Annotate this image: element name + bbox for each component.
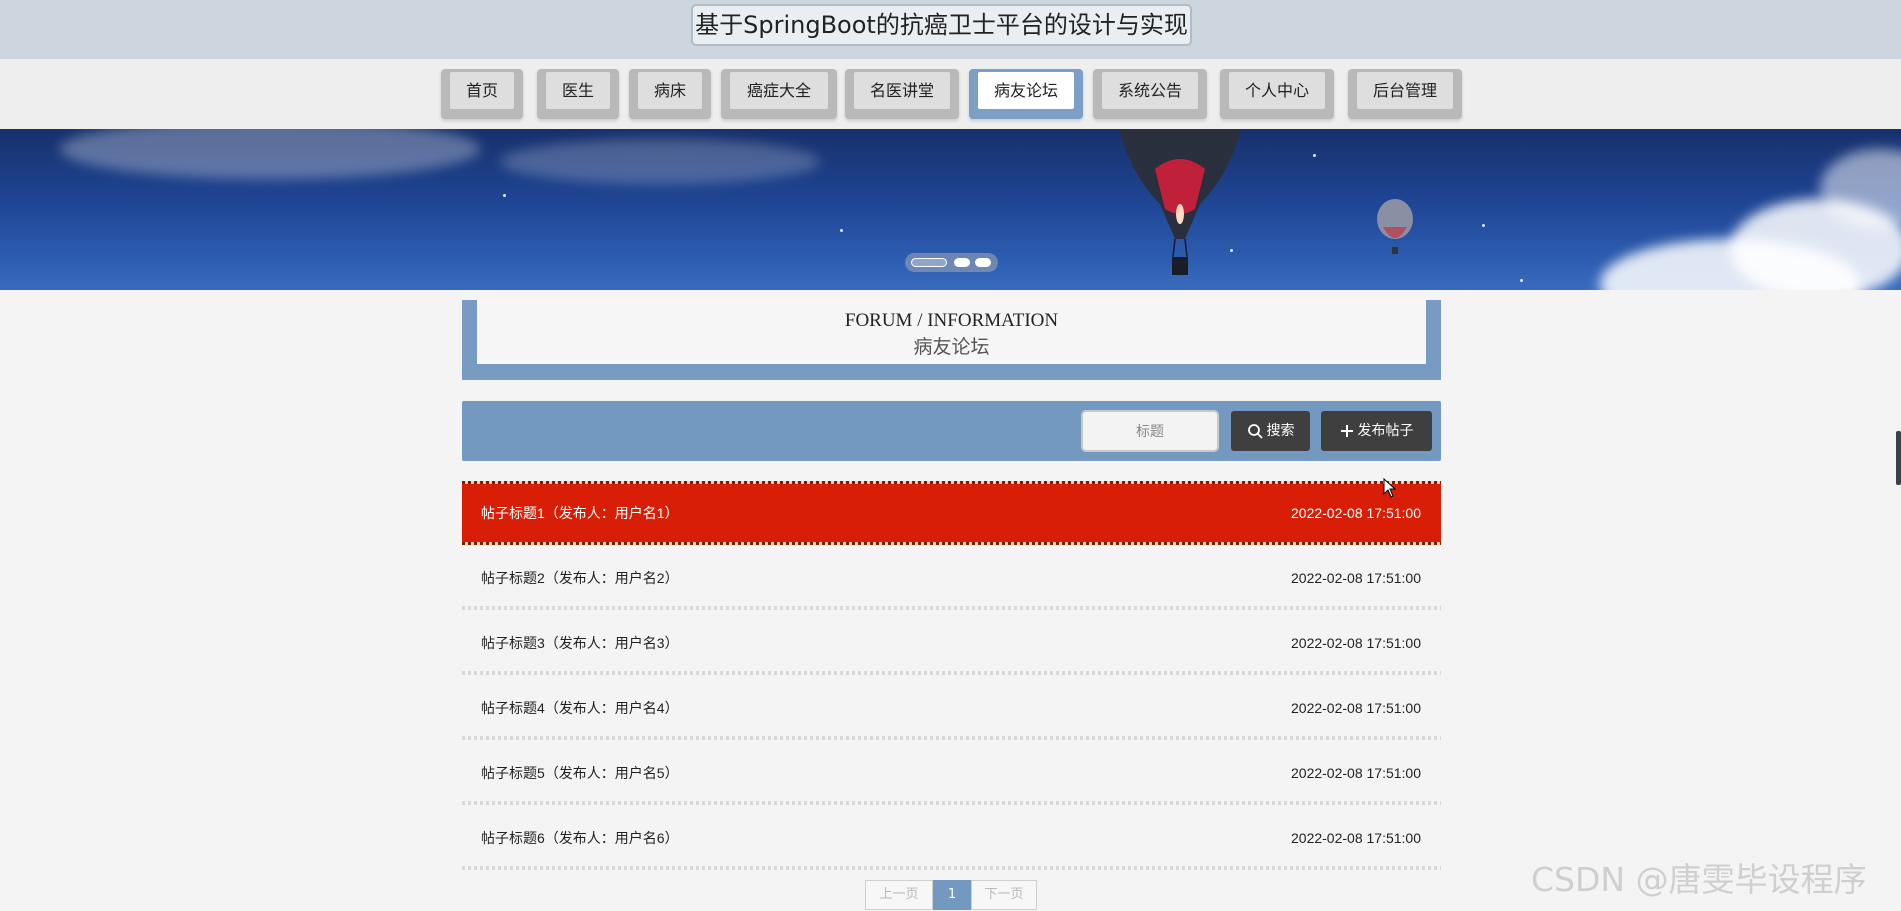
nav-item-label: 个人中心 [1229, 72, 1325, 109]
nav-item-bed[interactable]: 病床 [629, 69, 711, 119]
new-post-button-label: 发布帖子 [1357, 423, 1414, 439]
row-divider [462, 801, 1441, 805]
section-title-en: FORUM / INFORMATION [844, 310, 1059, 331]
post-date: 2022-02-08 17:51:00 [1291, 635, 1421, 651]
plus-icon [1340, 425, 1353, 437]
carousel-dot[interactable] [911, 258, 947, 267]
post-date: 2022-02-08 17:51:00 [1291, 765, 1421, 781]
carousel-dot[interactable] [954, 258, 970, 267]
nav-item-personal-center[interactable]: 个人中心 [1220, 69, 1334, 119]
page-number-button[interactable]: 1 [933, 880, 971, 910]
post-title: 帖子标题1（发布人：用户名1） [481, 505, 679, 521]
carousel-indicators [905, 253, 998, 272]
nav-item-label: 病床 [638, 72, 702, 109]
title-search-input[interactable]: 标题 [1081, 410, 1219, 452]
site-title: 基于SpringBoot的抗癌卫士平台的设计与实现 [691, 4, 1192, 46]
section-title-cn: 病友论坛 [913, 337, 990, 358]
search-button[interactable]: 搜索 [1231, 411, 1310, 451]
nav-item-label: 癌症大全 [730, 72, 828, 109]
nav-item-home[interactable]: 首页 [441, 69, 523, 119]
nav-item-label: 后台管理 [1357, 72, 1453, 109]
post-title: 帖子标题5（发布人：用户名5） [481, 765, 679, 781]
post-date: 2022-02-08 17:51:00 [1291, 700, 1421, 716]
post-title: 帖子标题2（发布人：用户名2） [481, 570, 679, 586]
post-row[interactable]: 帖子标题5（发布人：用户名5） 2022-02-08 17:51:00 [462, 741, 1441, 805]
search-button-label: 搜索 [1266, 423, 1295, 439]
post-date: 2022-02-08 17:51:00 [1291, 570, 1421, 586]
search-icon [1247, 424, 1263, 439]
next-page-button[interactable]: 下一页 [971, 880, 1037, 910]
post-row[interactable]: 帖子标题2（发布人：用户名2） 2022-02-08 17:51:00 [462, 546, 1441, 610]
balloon-image [1377, 199, 1413, 254]
nav-item-cancer-encyclopedia[interactable]: 癌症大全 [721, 69, 837, 119]
section-header-card: FORUM / INFORMATION 病友论坛 [477, 300, 1426, 364]
nav-item-forum[interactable]: 病友论坛 [969, 69, 1083, 119]
post-date: 2022-02-08 17:51:00 [1291, 830, 1421, 846]
post-row[interactable]: 帖子标题3（发布人：用户名3） 2022-02-08 17:51:00 [462, 611, 1441, 675]
nav-item-doctor[interactable]: 医生 [537, 69, 619, 119]
nav-item-lecture[interactable]: 名医讲堂 [845, 69, 959, 119]
scrollbar-handle[interactable] [1896, 431, 1901, 485]
banner-carousel[interactable] [0, 129, 1901, 290]
post-row[interactable]: 帖子标题6（发布人：用户名6） 2022-02-08 17:51:00 [462, 806, 1441, 870]
prev-page-button[interactable]: 上一页 [865, 880, 933, 910]
nav-item-label: 首页 [450, 72, 514, 109]
nav-item-label: 名医讲堂 [854, 72, 950, 109]
section-header: FORUM / INFORMATION 病友论坛 [462, 300, 1441, 380]
carousel-dot[interactable] [975, 258, 991, 267]
nav-item-label: 医生 [546, 72, 610, 109]
post-title: 帖子标题3（发布人：用户名3） [481, 635, 679, 651]
post-row[interactable]: 帖子标题4（发布人：用户名4） 2022-02-08 17:51:00 [462, 676, 1441, 740]
row-divider [462, 606, 1441, 610]
top-header: 基于SpringBoot的抗癌卫士平台的设计与实现 [0, 0, 1901, 59]
post-row[interactable]: 帖子标题1（发布人：用户名1） 2022-02-08 17:51:00 [462, 481, 1441, 545]
post-date: 2022-02-08 17:51:00 [1291, 505, 1421, 521]
row-divider [462, 736, 1441, 740]
row-divider [462, 866, 1441, 870]
nav-item-label: 病友论坛 [978, 72, 1074, 109]
post-title: 帖子标题4（发布人：用户名4） [481, 700, 679, 716]
mouse-cursor-icon [1383, 478, 1397, 498]
nav-item-announcements[interactable]: 系统公告 [1093, 69, 1207, 119]
row-divider [462, 671, 1441, 675]
new-post-button[interactable]: 发布帖子 [1321, 411, 1432, 451]
nav-item-admin[interactable]: 后台管理 [1348, 69, 1462, 119]
balloon-image [1119, 129, 1241, 275]
post-title: 帖子标题6（发布人：用户名6） [481, 830, 679, 846]
nav-item-label: 系统公告 [1102, 72, 1198, 109]
watermark-text: CSDN @唐雯毕设程序 [1531, 860, 1867, 899]
